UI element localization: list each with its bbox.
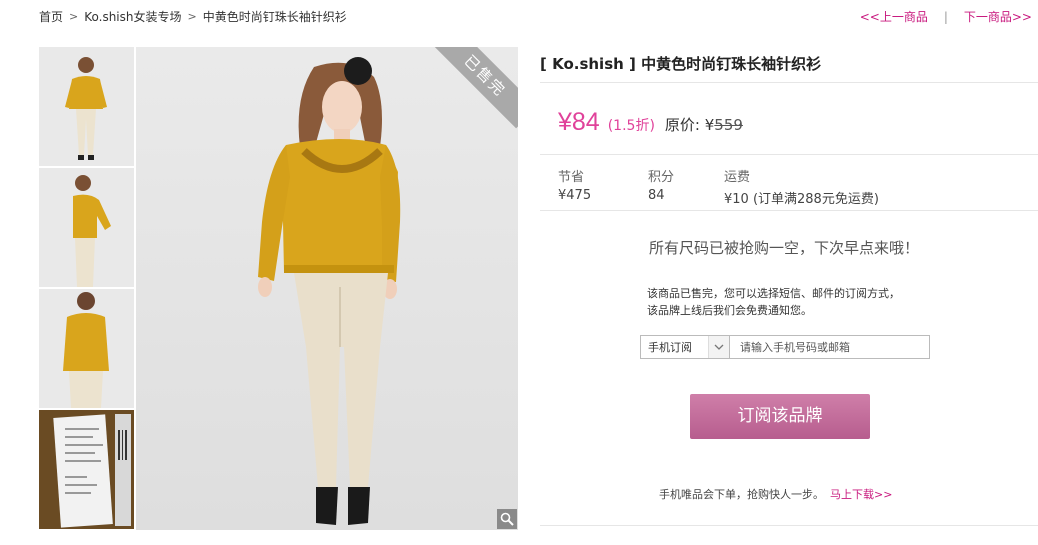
stat-value: 84 — [648, 188, 665, 203]
notice-line: 该品牌上线后我们会免费通知您。 — [647, 304, 812, 317]
stat-label: 积分 — [648, 170, 675, 185]
main-product-image: 已售完 — [136, 47, 518, 530]
divider — [540, 525, 1038, 526]
divider — [540, 210, 1038, 211]
chevron-down-icon — [708, 336, 729, 358]
mobile-promo-text: 手机唯品会下单，抢购快人一步。 — [659, 488, 824, 501]
sale-price: ¥84 — [558, 108, 600, 136]
discount-rate: (1.5折) — [607, 118, 655, 134]
notice-line: 该商品已售完，您可以选择短信、邮件的订阅方式， — [647, 287, 900, 300]
product-stats: 节省 ¥475 积分 84 运费 ¥10 (订单满288元免运费) — [558, 166, 879, 207]
stat-points: 积分 84 — [648, 166, 724, 207]
price-row: ¥84 (1.5折) 原价: ¥ 559 — [558, 108, 743, 137]
subscribe-method-select[interactable]: 手机订阅 — [640, 335, 730, 359]
subscribe-notice: 该商品已售完，您可以选择短信、邮件的订阅方式， 该品牌上线后我们会免费通知您。 — [647, 285, 900, 319]
subscribe-form: 手机订阅 — [640, 335, 930, 359]
next-product-link[interactable]: 下一商品>> — [964, 8, 1032, 25]
stat-shipping: 运费 ¥10 (订单满288元免运费) — [724, 166, 879, 207]
subscribe-brand-button[interactable]: 订阅该品牌 — [690, 394, 870, 439]
subscribe-method-label: 手机订阅 — [648, 341, 692, 354]
product-pager: <<上一商品 | 下一商品>> — [860, 8, 1032, 25]
breadcrumb-store[interactable]: Ko.shish女装专场 — [84, 8, 181, 25]
thumbnail-label[interactable] — [39, 410, 134, 529]
pager-divider: | — [943, 9, 948, 24]
download-app-link[interactable]: 马上下载>> — [830, 488, 892, 501]
stat-savings: 节省 ¥475 — [558, 166, 648, 207]
subscribe-contact-input[interactable] — [730, 335, 930, 359]
stat-value: ¥10 (订单满288元免运费) — [724, 192, 879, 207]
original-price: 559 — [714, 116, 743, 134]
stat-label: 运费 — [724, 170, 751, 185]
divider — [540, 82, 1038, 83]
thumbnail-side[interactable] — [39, 168, 134, 287]
stat-value: ¥475 — [558, 188, 592, 203]
sold-out-message: 所有尺码已被抢购一空，下次早点来哦！ — [648, 239, 919, 257]
thumbnail-back[interactable] — [39, 289, 134, 408]
original-price-label: 原价: ¥ — [664, 116, 715, 134]
chevron-right-icon: > — [69, 9, 79, 23]
divider — [540, 154, 1038, 155]
breadcrumb-home[interactable]: 首页 — [39, 8, 63, 25]
product-title: [ Ko.shish ] 中黄色时尚钉珠长袖针织衫 — [540, 55, 822, 73]
thumbnail-front[interactable] — [39, 47, 134, 166]
zoom-icon[interactable] — [497, 509, 517, 529]
prev-product-link[interactable]: <<上一商品 — [860, 8, 928, 25]
mobile-promo: 手机唯品会下单，抢购快人一步。 马上下载>> — [659, 486, 892, 502]
stat-label: 节省 — [558, 170, 585, 185]
breadcrumb: 首页 > Ko.shish女装专场 > 中黄色时尚钉珠长袖针织衫 — [39, 8, 347, 24]
thumbnail-list — [39, 47, 134, 531]
breadcrumb-current: 中黄色时尚钉珠长袖针织衫 — [202, 9, 347, 24]
chevron-right-icon: > — [187, 9, 197, 23]
